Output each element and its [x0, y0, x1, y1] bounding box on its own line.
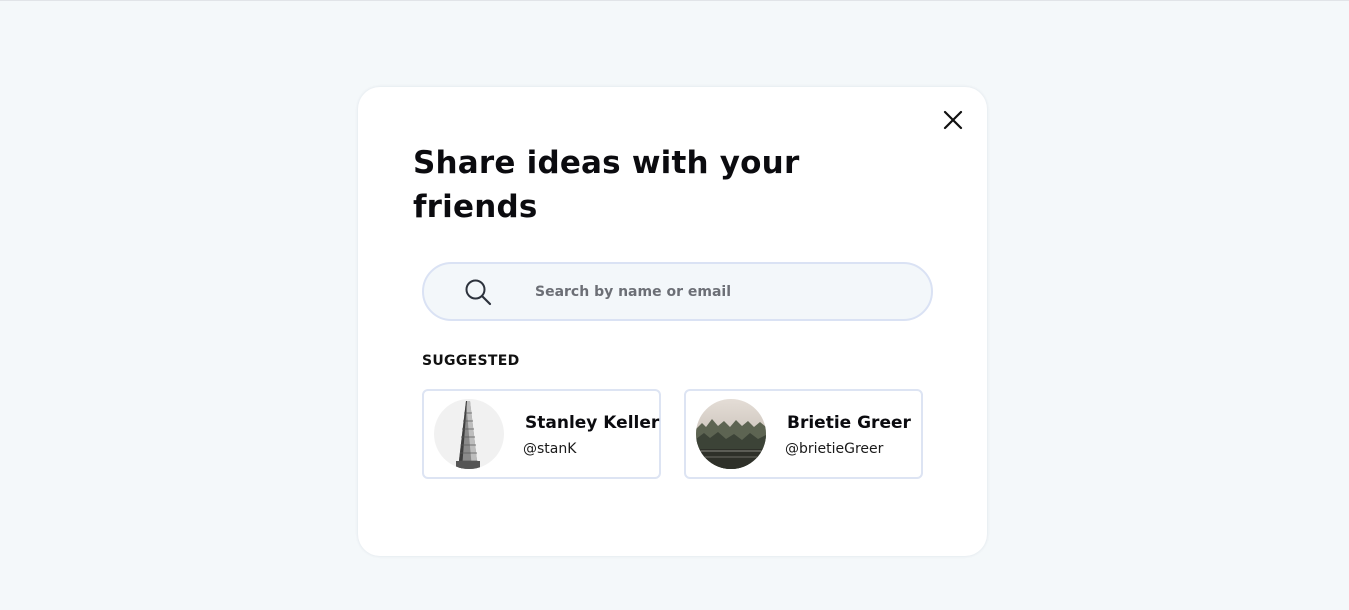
user-handle: @stanK [523, 441, 577, 457]
building-photo-avatar [434, 399, 504, 469]
share-modal: Share ideas with your friends SUGGESTED [358, 87, 987, 556]
close-icon [943, 110, 963, 130]
close-button[interactable] [940, 107, 966, 133]
search-input[interactable] [535, 278, 905, 306]
modal-title: Share ideas with your friends [413, 145, 800, 225]
user-name: Brietie Greer [787, 413, 911, 433]
search-bar[interactable] [422, 262, 933, 321]
suggested-heading: SUGGESTED [422, 353, 520, 369]
suggested-user-card[interactable]: Brietie Greer @brietieGreer [684, 389, 923, 479]
user-name: Stanley Keller [525, 413, 660, 433]
search-icon[interactable] [464, 278, 492, 306]
user-handle: @brietieGreer [785, 441, 884, 457]
suggested-user-card[interactable]: Stanley Keller @stanK [422, 389, 661, 479]
forest-photo-avatar [696, 399, 766, 469]
